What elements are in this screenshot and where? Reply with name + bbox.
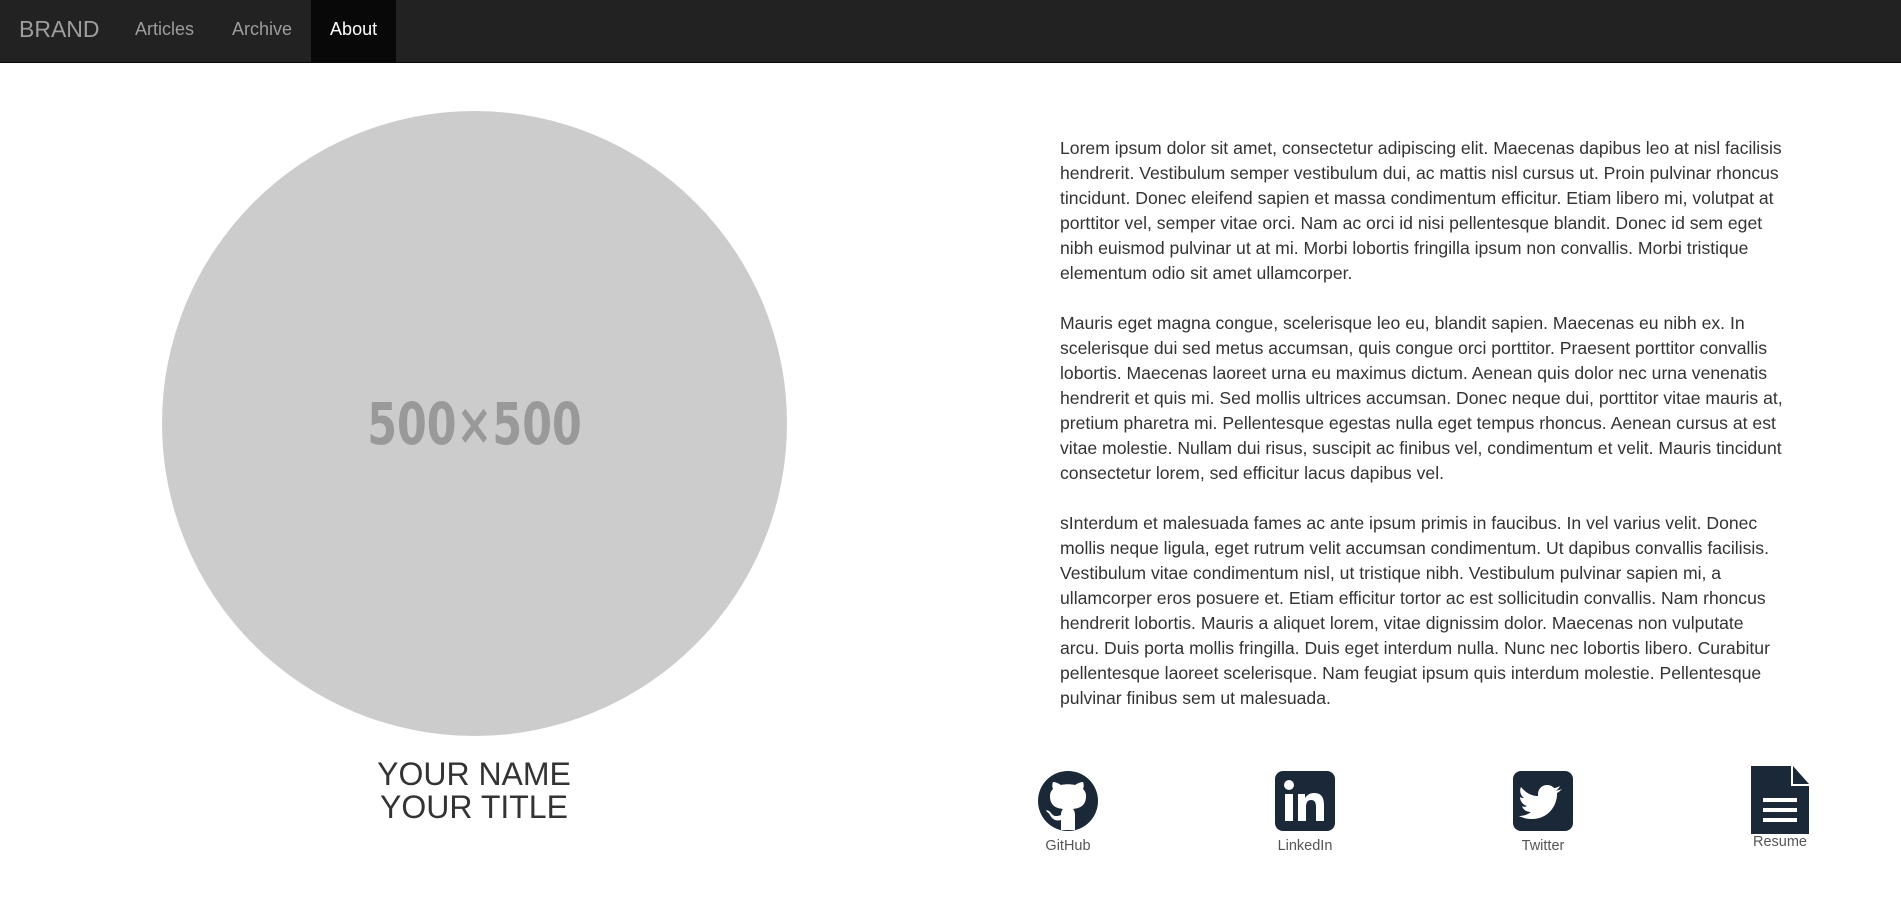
social-label: GitHub — [1045, 838, 1091, 854]
bio-paragraph: Mauris eget magna congue, scelerisque le… — [1060, 313, 1783, 483]
nav-item-about[interactable]: About — [311, 0, 397, 62]
github-icon — [1038, 771, 1098, 831]
linkedin-icon — [1275, 771, 1335, 831]
social-label: Resume — [1753, 834, 1807, 850]
profile-title: YOUR TITLE — [380, 789, 568, 825]
resume-link[interactable]: Resume — [1720, 766, 1840, 850]
bio-section: Lorem ipsum dolor sit amet, consectetur … — [1060, 136, 1785, 736]
bio-paragraph: Lorem ipsum dolor sit amet, consectetur … — [1060, 138, 1782, 283]
brand-link[interactable]: BRAND — [0, 0, 119, 62]
nav-menu: Articles Archive About — [116, 0, 397, 62]
profile-heading: YOUR NAME YOUR TITLE — [274, 758, 674, 824]
linkedin-link[interactable]: LinkedIn — [1245, 770, 1365, 854]
nav-item-articles[interactable]: Articles — [116, 0, 213, 62]
social-label: LinkedIn — [1277, 838, 1333, 854]
twitter-icon — [1513, 771, 1573, 831]
profile-name: YOUR NAME — [377, 756, 571, 792]
navbar: BRAND Articles Archive About — [0, 0, 1901, 63]
social-label: Twitter — [1521, 838, 1565, 854]
document-icon — [1751, 766, 1809, 834]
avatar-placeholder-text: 500×500 — [367, 389, 582, 458]
twitter-link[interactable]: Twitter — [1483, 770, 1603, 854]
avatar-placeholder: 500×500 — [162, 111, 787, 736]
bio-paragraph: sInterdum et malesuada fames ac ante ips… — [1060, 513, 1770, 708]
nav-item-archive[interactable]: Archive — [213, 0, 311, 62]
github-link[interactable]: GitHub — [1008, 770, 1128, 854]
